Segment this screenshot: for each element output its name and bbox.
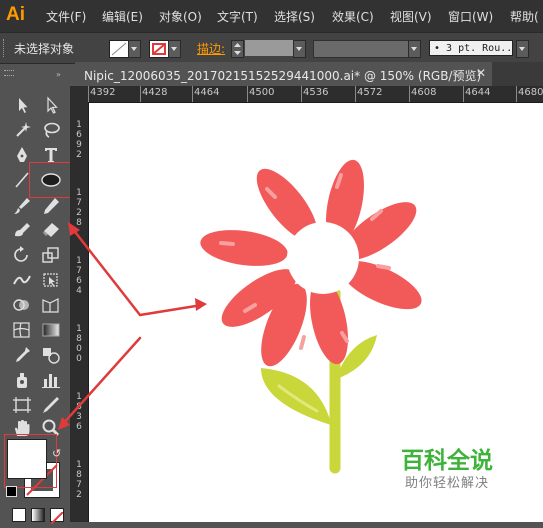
menu-bar: Ai 文件(F) 编辑(E) 对象(O) 文字(T) 选择(S) 效果(C) 视… xyxy=(0,0,543,32)
flower-center xyxy=(287,222,359,294)
hruler-tick xyxy=(409,86,410,102)
blob-brush-tool-icon[interactable] xyxy=(11,220,33,240)
watermark-title: 百科全说 xyxy=(401,448,493,474)
fill-dropdown-arrow-icon[interactable] xyxy=(128,40,141,58)
hruler-label: 4608 xyxy=(411,87,437,98)
menu-object[interactable]: 对象(O) xyxy=(159,8,202,25)
document-tab-bar: Nipic_12006035_20170215152529441000.ai* … xyxy=(75,62,543,86)
horizontal-ruler[interactable]: 4392 4428 4464 4500 4536 4572 4608 4644 … xyxy=(88,86,543,103)
hruler-tick xyxy=(463,86,464,102)
slice-tool-icon[interactable] xyxy=(40,395,62,415)
direct-selection-tool-icon[interactable] xyxy=(40,95,62,115)
brush-dropdown-icon[interactable] xyxy=(516,40,529,58)
brush-definition-field[interactable]: • 3 pt. Rou... xyxy=(429,40,513,56)
hruler-label: 4680 xyxy=(518,87,543,98)
eraser-tool-icon[interactable] xyxy=(40,220,62,240)
watermark-subtitle: 助你轻松解决 xyxy=(405,476,490,491)
paintbrush-tool-icon[interactable] xyxy=(11,196,33,216)
tools-panel-grip[interactable] xyxy=(4,70,14,76)
rotate-tool-icon[interactable] xyxy=(11,245,33,265)
shape-builder-tool-icon[interactable] xyxy=(11,295,33,315)
width-tool-icon[interactable] xyxy=(11,270,33,290)
hruler-label: 4644 xyxy=(465,87,491,98)
stroke-none-icon xyxy=(152,43,166,55)
vruler-label: 1 7 6 4 xyxy=(76,256,82,296)
eyedropper-tool-icon[interactable] xyxy=(11,345,33,365)
vruler-label: 1 7 2 8 xyxy=(76,188,82,228)
menu-effect[interactable]: 效果(C) xyxy=(332,8,374,25)
scale-tool-icon[interactable] xyxy=(40,245,62,265)
menu-window[interactable]: 窗口(W) xyxy=(448,8,493,25)
hruler-tick xyxy=(516,86,517,102)
hruler-label: 4392 xyxy=(90,87,116,98)
hruler-tick xyxy=(88,86,89,102)
hruler-label: 4464 xyxy=(194,87,220,98)
vruler-label: 1 6 9 2 xyxy=(76,120,82,160)
symbol-sprayer-tool-icon[interactable] xyxy=(11,370,33,390)
vruler-label: 1 8 3 6 xyxy=(76,392,82,432)
magic-wand-tool-icon[interactable] xyxy=(11,120,33,140)
hruler-tick xyxy=(192,86,193,102)
variable-width-dropdown-icon[interactable] xyxy=(408,40,421,58)
menu-type[interactable]: 文字(T) xyxy=(217,8,258,25)
stepper-arrows-icon xyxy=(234,43,241,55)
gradient-tool-icon[interactable] xyxy=(40,320,62,340)
lasso-tool-icon[interactable] xyxy=(40,120,62,140)
vertical-ruler[interactable]: 1 6 9 2 1 7 2 8 1 7 6 4 1 8 0 0 1 8 3 6 … xyxy=(70,86,89,522)
free-transform-tool-icon[interactable] xyxy=(40,270,62,290)
collapse-panel-icon[interactable]: » xyxy=(56,70,61,79)
selection-status: 未选择对象 xyxy=(14,42,75,56)
vruler-label: 1 8 0 0 xyxy=(76,324,82,364)
hruler-tick xyxy=(301,86,302,102)
hruler-label: 4428 xyxy=(142,87,168,98)
stroke-color-swatch[interactable] xyxy=(149,40,169,58)
close-icon[interactable]: ✕ xyxy=(476,66,486,80)
none-slash-icon xyxy=(50,511,64,525)
artboard-tool-icon[interactable] xyxy=(11,395,33,415)
stroke-weight-input[interactable] xyxy=(245,40,293,56)
document-tab[interactable]: Nipic_12006035_20170215152529441000.ai* … xyxy=(75,62,492,86)
control-bar-grip[interactable] xyxy=(3,39,7,57)
vruler-label: 1 8 7 2 xyxy=(76,460,82,500)
stroke-dropdown-arrow-icon[interactable] xyxy=(168,40,181,58)
menu-help[interactable]: 帮助( xyxy=(510,8,539,25)
ellipse-tool-icon[interactable] xyxy=(40,170,62,190)
selection-tool-icon[interactable] xyxy=(11,95,33,115)
color-mode-button[interactable] xyxy=(12,508,26,522)
fill-color-swatch[interactable] xyxy=(109,40,129,58)
default-fill-stroke-icon[interactable] xyxy=(6,486,17,497)
perspective-grid-tool-icon[interactable] xyxy=(40,295,62,315)
app-logo: Ai xyxy=(6,4,25,25)
menu-select[interactable]: 选择(S) xyxy=(274,8,315,25)
variable-width-profile-field[interactable] xyxy=(313,40,409,58)
fill-none-slash-icon xyxy=(111,42,127,56)
swap-fill-stroke-icon[interactable]: ↺ xyxy=(52,447,61,460)
menu-edit[interactable]: 编辑(E) xyxy=(102,8,143,25)
column-graph-tool-icon[interactable] xyxy=(40,370,62,390)
stroke-label[interactable]: 描边: xyxy=(197,40,225,57)
fill-stroke-highlight xyxy=(4,434,57,488)
pencil-tool-icon[interactable] xyxy=(40,196,62,216)
gradient-mode-button[interactable] xyxy=(31,508,45,522)
blend-tool-icon[interactable] xyxy=(40,345,62,365)
menu-view[interactable]: 视图(V) xyxy=(390,8,432,25)
mesh-tool-icon[interactable] xyxy=(11,320,33,340)
hruler-label: 4572 xyxy=(357,87,383,98)
none-mode-button[interactable] xyxy=(50,508,64,525)
stroke-weight-dropdown-icon[interactable] xyxy=(293,40,306,58)
hruler-label: 4500 xyxy=(249,87,275,98)
hruler-tick xyxy=(247,86,248,102)
stroke-weight-stepper[interactable] xyxy=(231,40,244,58)
hruler-tick xyxy=(140,86,141,102)
document-tab-title: Nipic_12006035_20170215152529441000.ai* … xyxy=(84,69,482,83)
hruler-tick xyxy=(355,86,356,102)
menu-file[interactable]: 文件(F) xyxy=(46,8,86,25)
hruler-label: 4536 xyxy=(303,87,329,98)
